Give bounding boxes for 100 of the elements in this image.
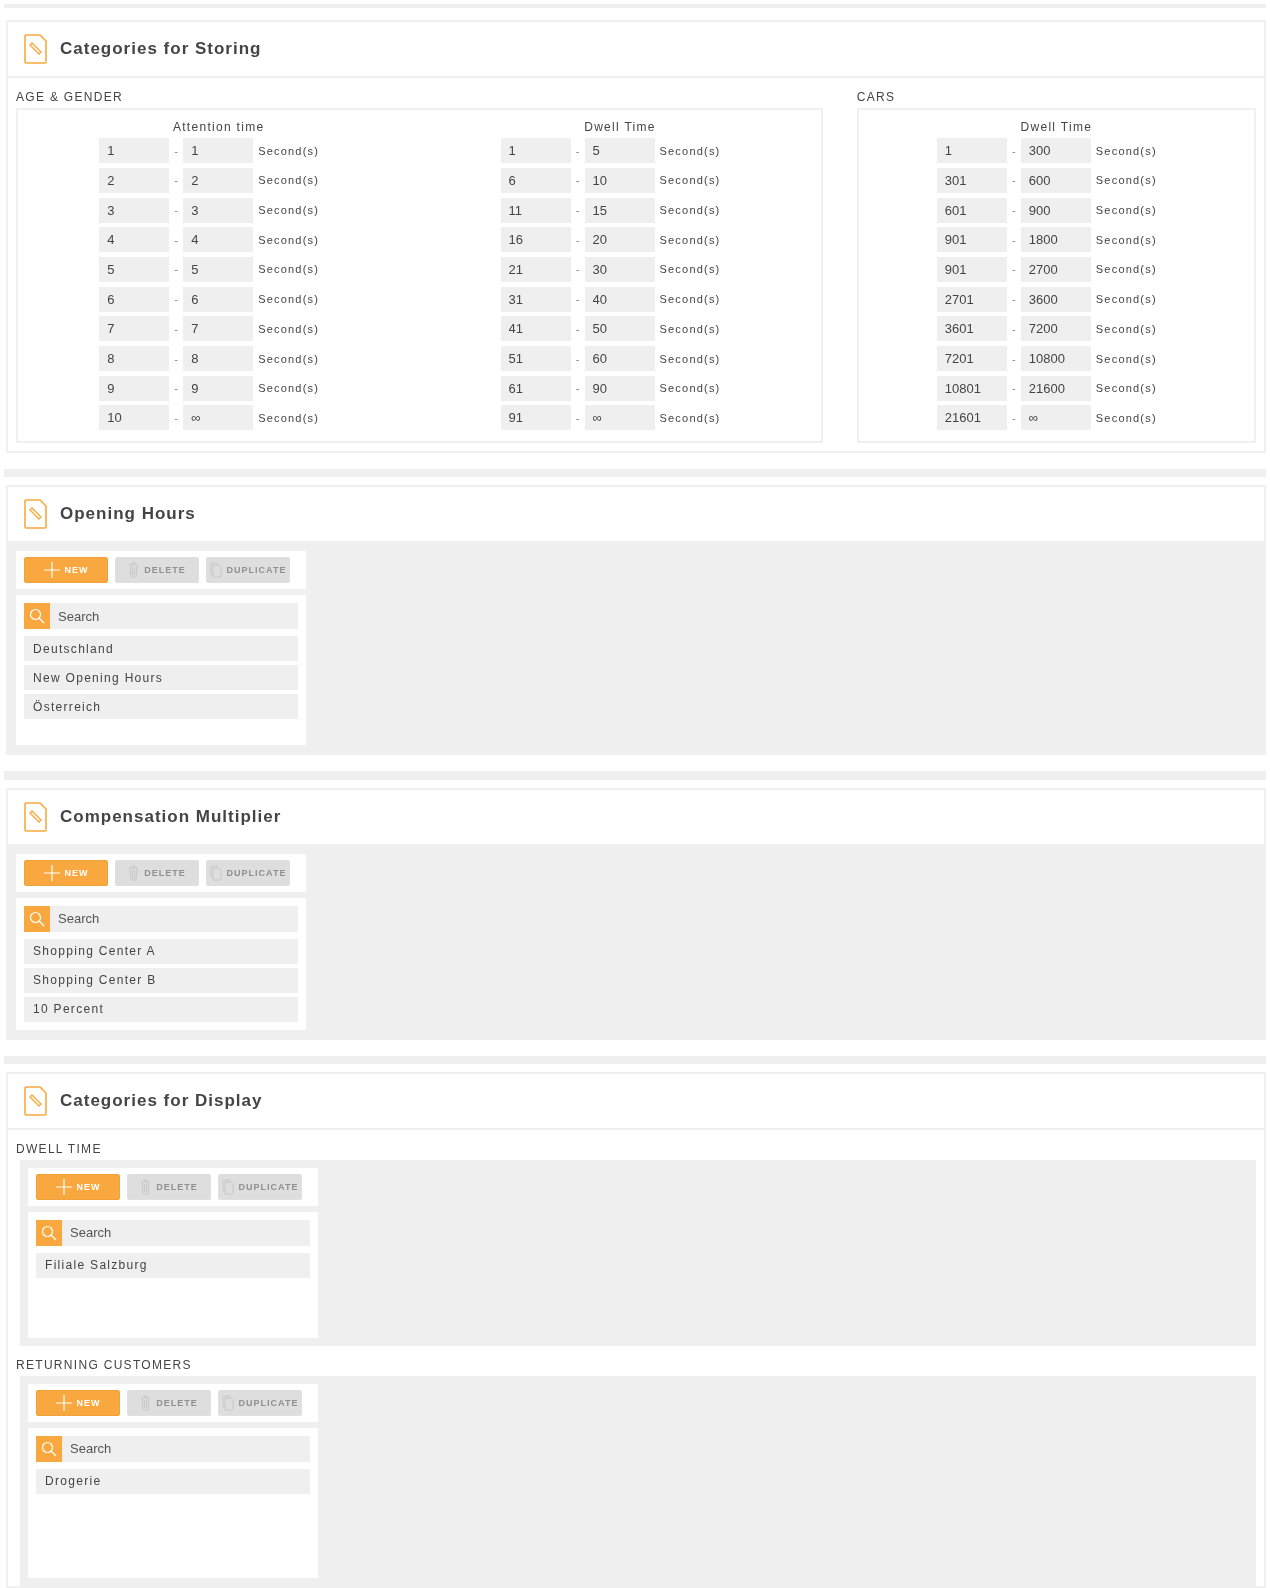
from-field[interactable]: 16 (500, 227, 571, 253)
from-field[interactable]: 1 (500, 138, 571, 164)
to-field[interactable]: 3 (183, 197, 254, 223)
from-field[interactable]: 7 (99, 316, 170, 342)
list-item[interactable]: Deutschland (24, 636, 298, 662)
unit-label: Second(s) (659, 144, 722, 157)
from-field[interactable]: 901 (936, 227, 1007, 253)
to-field[interactable]: 2700 (1020, 257, 1091, 282)
from-field[interactable]: 6 (99, 286, 170, 312)
from-field[interactable]: 91 (500, 405, 571, 431)
to-field[interactable]: ∞ (584, 405, 655, 431)
to-field[interactable]: 2 (183, 167, 254, 193)
from-field[interactable]: 3 (99, 197, 170, 223)
unit-label: Second(s) (1095, 382, 1158, 395)
unit-label: Second(s) (659, 263, 722, 276)
from-field[interactable]: 6 (500, 167, 571, 193)
from-field[interactable]: 2701 (936, 286, 1007, 312)
search-button[interactable] (36, 1436, 62, 1462)
unit-label: Second(s) (1095, 204, 1158, 217)
search-button[interactable] (24, 603, 50, 630)
to-field[interactable]: 300 (1020, 138, 1091, 164)
document-pencil-icon (24, 1086, 48, 1116)
to-field[interactable]: 600 (1020, 167, 1091, 193)
to-field[interactable]: 10 (584, 167, 655, 193)
list-item[interactable]: Drogerie (36, 1469, 310, 1494)
plus-icon (43, 562, 60, 579)
search-icon (41, 1441, 57, 1457)
to-field[interactable]: 1 (183, 138, 254, 164)
from-field[interactable]: 901 (936, 257, 1007, 282)
from-field[interactable]: 7201 (936, 346, 1007, 372)
from-field[interactable]: 10 (99, 405, 170, 431)
to-field[interactable]: 1800 (1020, 227, 1091, 253)
from-field[interactable]: 61 (500, 375, 571, 401)
range-separator: - (1011, 233, 1017, 246)
search-field[interactable]: Search (62, 1436, 310, 1462)
to-field[interactable]: 10800 (1020, 346, 1091, 372)
search-field[interactable]: Search (50, 603, 298, 630)
range-separator: - (1011, 411, 1017, 424)
from-field[interactable]: 4 (99, 227, 170, 253)
to-field[interactable]: 3600 (1020, 286, 1091, 312)
range-separator: - (173, 204, 179, 217)
list-item[interactable]: 10 Percent (24, 996, 298, 1022)
from-field[interactable]: 21 (500, 257, 571, 282)
list-item[interactable]: New Opening Hours (24, 665, 298, 691)
to-field[interactable]: 7 (183, 316, 254, 342)
from-field[interactable]: 1 (936, 138, 1007, 164)
from-field[interactable]: 51 (500, 346, 571, 372)
to-field[interactable]: 9 (183, 375, 254, 401)
to-field[interactable]: ∞ (183, 405, 254, 431)
from-field[interactable]: 301 (936, 167, 1007, 193)
range-separator: - (1011, 144, 1017, 157)
from-field[interactable]: 1 (99, 138, 170, 164)
unit-label: Second(s) (1095, 174, 1158, 187)
from-field[interactable]: 2 (99, 167, 170, 193)
column-heading: Dwell Time (584, 119, 656, 134)
unit-label: Second(s) (1095, 293, 1158, 306)
range-separator: - (173, 263, 179, 276)
search-button[interactable] (36, 1220, 62, 1246)
from-field[interactable]: 21601 (936, 405, 1007, 431)
from-field[interactable]: 3601 (936, 316, 1007, 342)
search-button[interactable] (24, 905, 50, 932)
from-field[interactable]: 10801 (936, 375, 1007, 401)
search-field[interactable]: Search (62, 1220, 310, 1246)
to-field[interactable]: 50 (584, 316, 655, 342)
to-field[interactable]: 5 (584, 138, 655, 164)
unit-label: Second(s) (659, 411, 722, 424)
to-field[interactable]: 20 (584, 227, 655, 253)
to-field[interactable]: 60 (584, 346, 655, 372)
from-field[interactable]: 31 (500, 286, 571, 312)
list-item[interactable]: Shopping Center B (24, 967, 298, 993)
list-item[interactable]: Shopping Center A (24, 938, 298, 964)
range-separator: - (1011, 293, 1017, 306)
to-field[interactable]: 90 (584, 375, 655, 401)
unit-label: Second(s) (659, 293, 722, 306)
to-field[interactable]: ∞ (1020, 405, 1091, 431)
to-field[interactable]: 21600 (1020, 375, 1091, 401)
to-field[interactable]: 900 (1020, 197, 1091, 223)
from-field[interactable]: 41 (500, 316, 571, 342)
from-field[interactable]: 601 (936, 197, 1007, 223)
unit-label: Second(s) (258, 144, 321, 157)
to-field[interactable]: 5 (183, 257, 254, 282)
list-item[interactable]: Österreich (24, 694, 298, 720)
to-field[interactable]: 15 (584, 197, 655, 223)
to-field[interactable]: 30 (584, 257, 655, 282)
to-field[interactable]: 6 (183, 286, 254, 312)
search-field[interactable]: Search (50, 905, 298, 932)
to-field[interactable]: 7200 (1020, 316, 1091, 342)
from-field[interactable]: 9 (99, 375, 170, 401)
from-field[interactable]: 5 (99, 257, 170, 282)
to-field[interactable]: 8 (183, 346, 254, 372)
range-separator: - (173, 293, 179, 306)
range-separator: - (574, 144, 581, 157)
list-item[interactable]: Filiale Salzburg (36, 1253, 310, 1278)
from-field[interactable]: 11 (500, 197, 571, 223)
unit-label: Second(s) (258, 352, 321, 365)
unit-label: Second(s) (1095, 411, 1158, 424)
unit-label: Second(s) (1095, 322, 1158, 335)
to-field[interactable]: 40 (584, 286, 655, 312)
from-field[interactable]: 8 (99, 346, 170, 372)
to-field[interactable]: 4 (183, 227, 254, 253)
